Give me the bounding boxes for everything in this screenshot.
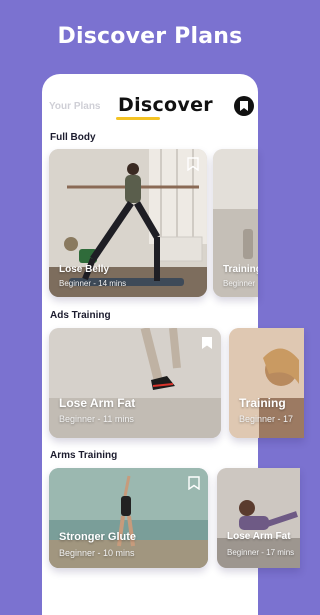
- tab-bar: Your Plans Discover: [42, 74, 258, 120]
- plan-card-lose-arm-fat-2[interactable]: Lose Arm Fat Beginner - 17 mins: [217, 468, 300, 568]
- plan-card-training-2[interactable]: Training Beginner - 17: [229, 328, 304, 438]
- plan-card-lose-belly[interactable]: Lose Belly Beginner - 14 mins: [49, 149, 207, 297]
- card-meta: Beginner - 10 mins: [59, 548, 135, 558]
- card-title: Stronger Glute: [59, 531, 137, 543]
- page-headline: Discover Plans: [57, 24, 243, 49]
- bookmark-icon[interactable]: [188, 476, 200, 490]
- section-title-arms-training: Arms Training: [50, 450, 118, 461]
- phone-screen: Your Plans Discover Full Body Lose Belly…: [42, 74, 304, 615]
- bookmark-icon: [240, 101, 248, 111]
- section-title-full-body: Full Body: [50, 132, 96, 143]
- tab-your-plans[interactable]: Your Plans: [49, 101, 101, 112]
- plan-card-training[interactable]: Training Beginner: [213, 149, 258, 297]
- tab-discover[interactable]: Discover: [118, 94, 213, 116]
- card-meta: Beginner - 14 mins: [59, 279, 127, 288]
- section-title-ads-training: Ads Training: [50, 310, 111, 321]
- bookmark-icon[interactable]: [201, 336, 213, 350]
- card-title: Training: [239, 396, 286, 410]
- plan-card-lose-arm-fat[interactable]: Lose Arm Fat Beginner - 11 mins: [49, 328, 221, 438]
- card-meta: Beginner - 17 mins: [227, 548, 295, 557]
- card-title: Lose Arm Fat: [59, 396, 136, 410]
- card-meta: Beginner - 11 mins: [59, 414, 134, 424]
- saved-plans-button[interactable]: [234, 96, 254, 116]
- bookmark-icon[interactable]: [187, 157, 199, 171]
- card-title: Lose Belly: [59, 264, 110, 275]
- card-meta: Beginner - 17: [239, 414, 294, 424]
- plan-card-stronger-glute[interactable]: Stronger Glute Beginner - 10 mins: [49, 468, 208, 568]
- card-title: Training: [223, 264, 258, 275]
- active-tab-indicator: [116, 117, 160, 120]
- card-meta: Beginner: [223, 279, 256, 288]
- card-title: Lose Arm Fat: [227, 531, 291, 542]
